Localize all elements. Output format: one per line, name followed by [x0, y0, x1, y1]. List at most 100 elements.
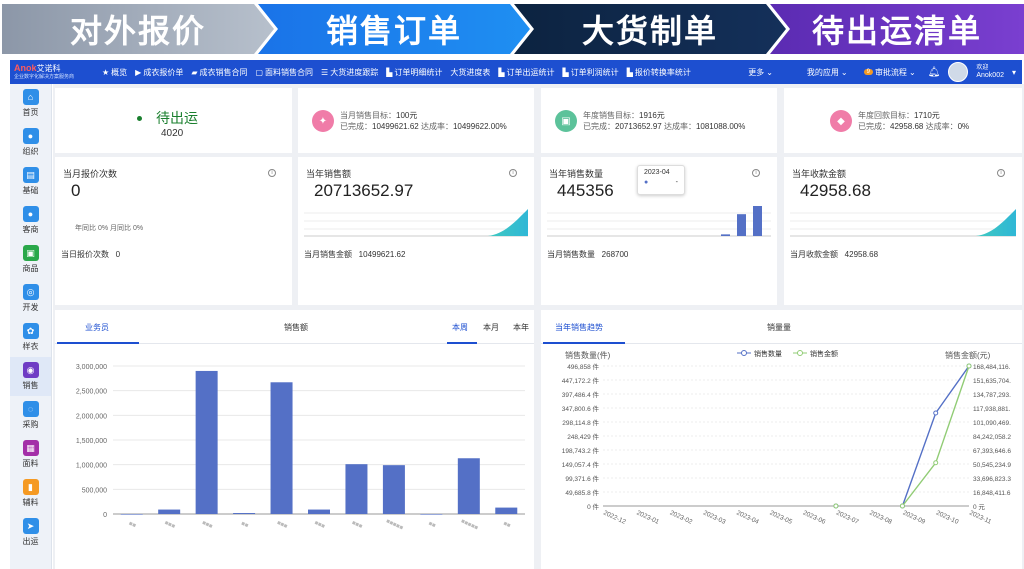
target-value: 1710元: [914, 111, 940, 120]
right-tick-label: 134,787,293.: [973, 392, 1011, 399]
y-tick-label: 2,000,000: [76, 413, 107, 420]
chat-icon: ▢: [255, 67, 264, 77]
sidebar-item-home[interactable]: ⌂ 首页: [10, 84, 51, 123]
chart-tooltip: 2023-04 ● -: [637, 165, 685, 195]
nav-shipment-stats[interactable]: ▙ 订单出运统计: [494, 67, 558, 78]
bar: [457, 458, 480, 514]
sidebar-item-label: 样衣: [22, 342, 39, 351]
my-apps-menu[interactable]: 我的应用 ⌄: [803, 67, 852, 78]
x-tick-label: ■■■: [313, 520, 326, 530]
sample-icon: ✿: [22, 323, 39, 339]
done-value: 10499621.62: [372, 122, 419, 131]
sidebar-item-sales[interactable]: ◉ 销售: [10, 357, 51, 396]
approval-badge: 9: [863, 69, 873, 75]
avatar[interactable]: [948, 62, 969, 82]
welcome-text: 欢迎: [976, 65, 989, 71]
sidebar-item-goods[interactable]: ▣ 商品: [10, 240, 51, 279]
y-tick-label: 1,000,000: [76, 463, 107, 470]
salesperson-bar-chart: 0 500,000 1,000,000 1,500,000 2,000,000 2,500…: [76, 364, 525, 532]
done-value: 20713652.97: [615, 122, 662, 131]
dashboard: 待出运 4020 ✦ 当月销售目标：100元 已完成：10499621.62 达…: [53, 84, 1024, 569]
sidebar-item-label: 采购: [22, 420, 39, 429]
accessory-icon: ▮: [22, 479, 39, 495]
collection-sparkline: [790, 209, 1016, 237]
more-menu[interactable]: 更多 ⌄: [744, 67, 777, 78]
rate-value: 1081088.00%: [695, 122, 746, 131]
salesperson-panel: 业务员 销售额 本周 本月 本年 0 500,000 1,000,000 1,500,…: [55, 310, 534, 569]
tab-sales-trend[interactable]: 当年销售趋势: [555, 322, 603, 333]
card-title: 当月报价次数: [63, 169, 118, 179]
step-pending-shipment-label: 待出运清单: [811, 13, 982, 49]
chevron-down-icon: ⌄: [840, 67, 848, 77]
tab-salesperson[interactable]: 业务员: [85, 322, 109, 333]
purchase-icon: ◌: [22, 401, 39, 417]
nav-order-detail-stats[interactable]: ▙ 订单明细统计: [382, 67, 446, 78]
step-quote: 对外报价: [2, 4, 274, 54]
cash-icon: ▣: [555, 110, 577, 132]
mini-bar: [753, 206, 762, 236]
app-logo[interactable]: Anok艾诺科 企业数字化解决方案服务商: [10, 60, 98, 84]
x-tick-label: 2023-10: [935, 509, 960, 526]
nav-label: 报价转换率统计: [634, 67, 691, 77]
sidebar-item-purchase[interactable]: ◌ 采购: [10, 396, 51, 435]
card-value: 20713652.97: [314, 181, 414, 200]
sidebar-item-people[interactable]: ● 客商: [10, 201, 51, 240]
top-navigation: Anok艾诺科 企业数字化解决方案服务商 ★ 概览 ▶ 成衣报价单 ▰ 成衣销售合同 …: [10, 60, 1022, 84]
nav-progress-tracking[interactable]: ☰ 大货进度跟踪: [317, 67, 382, 78]
info-icon[interactable]: i: [752, 169, 760, 177]
sidebar-item-fabric[interactable]: ▦ 面料: [10, 435, 51, 474]
pending-shipment-card[interactable]: 待出运 4020: [55, 88, 292, 153]
x-tick-label: 2023-11: [968, 509, 992, 525]
sidebar-item-accessory[interactable]: ▮ 辅料: [10, 474, 51, 513]
data-point: [933, 460, 939, 466]
period-week[interactable]: 本周: [452, 322, 468, 333]
bar: [120, 514, 143, 515]
sidebar: ⌂ 首页 ● 组织 ▤ 基础 ● 客商 ▣ 商品 ◎ 开发 ✿ 样衣 ◉ 销售 ◌ 采购 ▦ 面料 ▮ 辅料 ➤ 出运: [10, 84, 52, 569]
x-tick-label: ■■■: [276, 520, 289, 530]
caret-down-icon[interactable]: ▾: [1012, 68, 1016, 77]
fabric-icon: ▦: [22, 440, 39, 456]
x-tick-label: ■■: [427, 521, 436, 530]
sidebar-item-label: 开发: [22, 303, 39, 312]
step-bulk-order: 大货制单: [514, 4, 786, 54]
x-tick-label: ■■■■■: [460, 519, 479, 532]
sidebar-item-org[interactable]: ● 组织: [10, 123, 51, 162]
bell-icon[interactable]: 🔔︎: [928, 67, 941, 78]
nav-garment-contract[interactable]: ▰ 成衣销售合同: [187, 67, 251, 78]
info-icon[interactable]: i: [509, 169, 517, 177]
right-axis-title: 销售金额(元): [945, 350, 991, 360]
nav-overview[interactable]: ★ 概览: [98, 67, 131, 78]
target-label: 年度销售目标：: [583, 111, 639, 120]
sidebar-item-dev[interactable]: ◎ 开发: [10, 279, 51, 318]
info-icon[interactable]: i: [268, 169, 276, 177]
nav-garment-quote[interactable]: ▶ 成衣报价单: [131, 67, 187, 78]
period-year[interactable]: 本年: [513, 322, 529, 333]
nav-conversion-stats[interactable]: ▙ 报价转换率统计: [623, 67, 695, 78]
tab-sales-volume[interactable]: 销量量: [767, 322, 791, 333]
data-point: [966, 363, 972, 369]
sidebar-item-doc[interactable]: ▤ 基础: [10, 162, 51, 201]
sidebar-item-ship[interactable]: ➤ 出运: [10, 513, 51, 552]
user-menu[interactable]: 欢迎 Anok002: [976, 64, 1004, 80]
y-tick-label: 3,000,000: [76, 364, 107, 371]
tab-sales-amount[interactable]: 销售额: [284, 322, 308, 333]
x-tick-label: 2023-02: [669, 509, 694, 526]
sidebar-item-sample[interactable]: ✿ 样衣: [10, 318, 51, 357]
period-underline: [447, 342, 477, 344]
nav-bulk-progress[interactable]: 大货进度表: [446, 67, 494, 78]
nav-fabric-contract[interactable]: ▢ 面料销售合同: [251, 67, 317, 78]
right-tick-label: 84,242,058.2: [973, 434, 1011, 441]
info-icon[interactable]: i: [997, 169, 1005, 177]
sidebar-item-label: 面料: [22, 459, 39, 468]
sidebar-item-label: 组织: [22, 147, 39, 156]
right-tick-label: 151,635,704.: [973, 378, 1011, 385]
approval-menu[interactable]: 9 审批流程 ⌄: [860, 67, 920, 78]
left-axis-title: 销售数量(件): [565, 350, 611, 360]
sales-trend-panel: 当年销售趋势 销量量 销售数量 销售金额 销售数量(件) 销售金额(元) 0 件 0 元 4…: [541, 310, 1022, 569]
nav-profit-stats[interactable]: ▙ 订单利润统计: [559, 67, 623, 78]
chart-icon: ▙: [562, 67, 569, 77]
card-value: 42958.68: [800, 181, 871, 200]
bar: [195, 370, 218, 514]
period-month[interactable]: 本月: [483, 322, 499, 333]
panel-tabs: 业务员 销售额 本周 本月 本年: [55, 310, 534, 344]
